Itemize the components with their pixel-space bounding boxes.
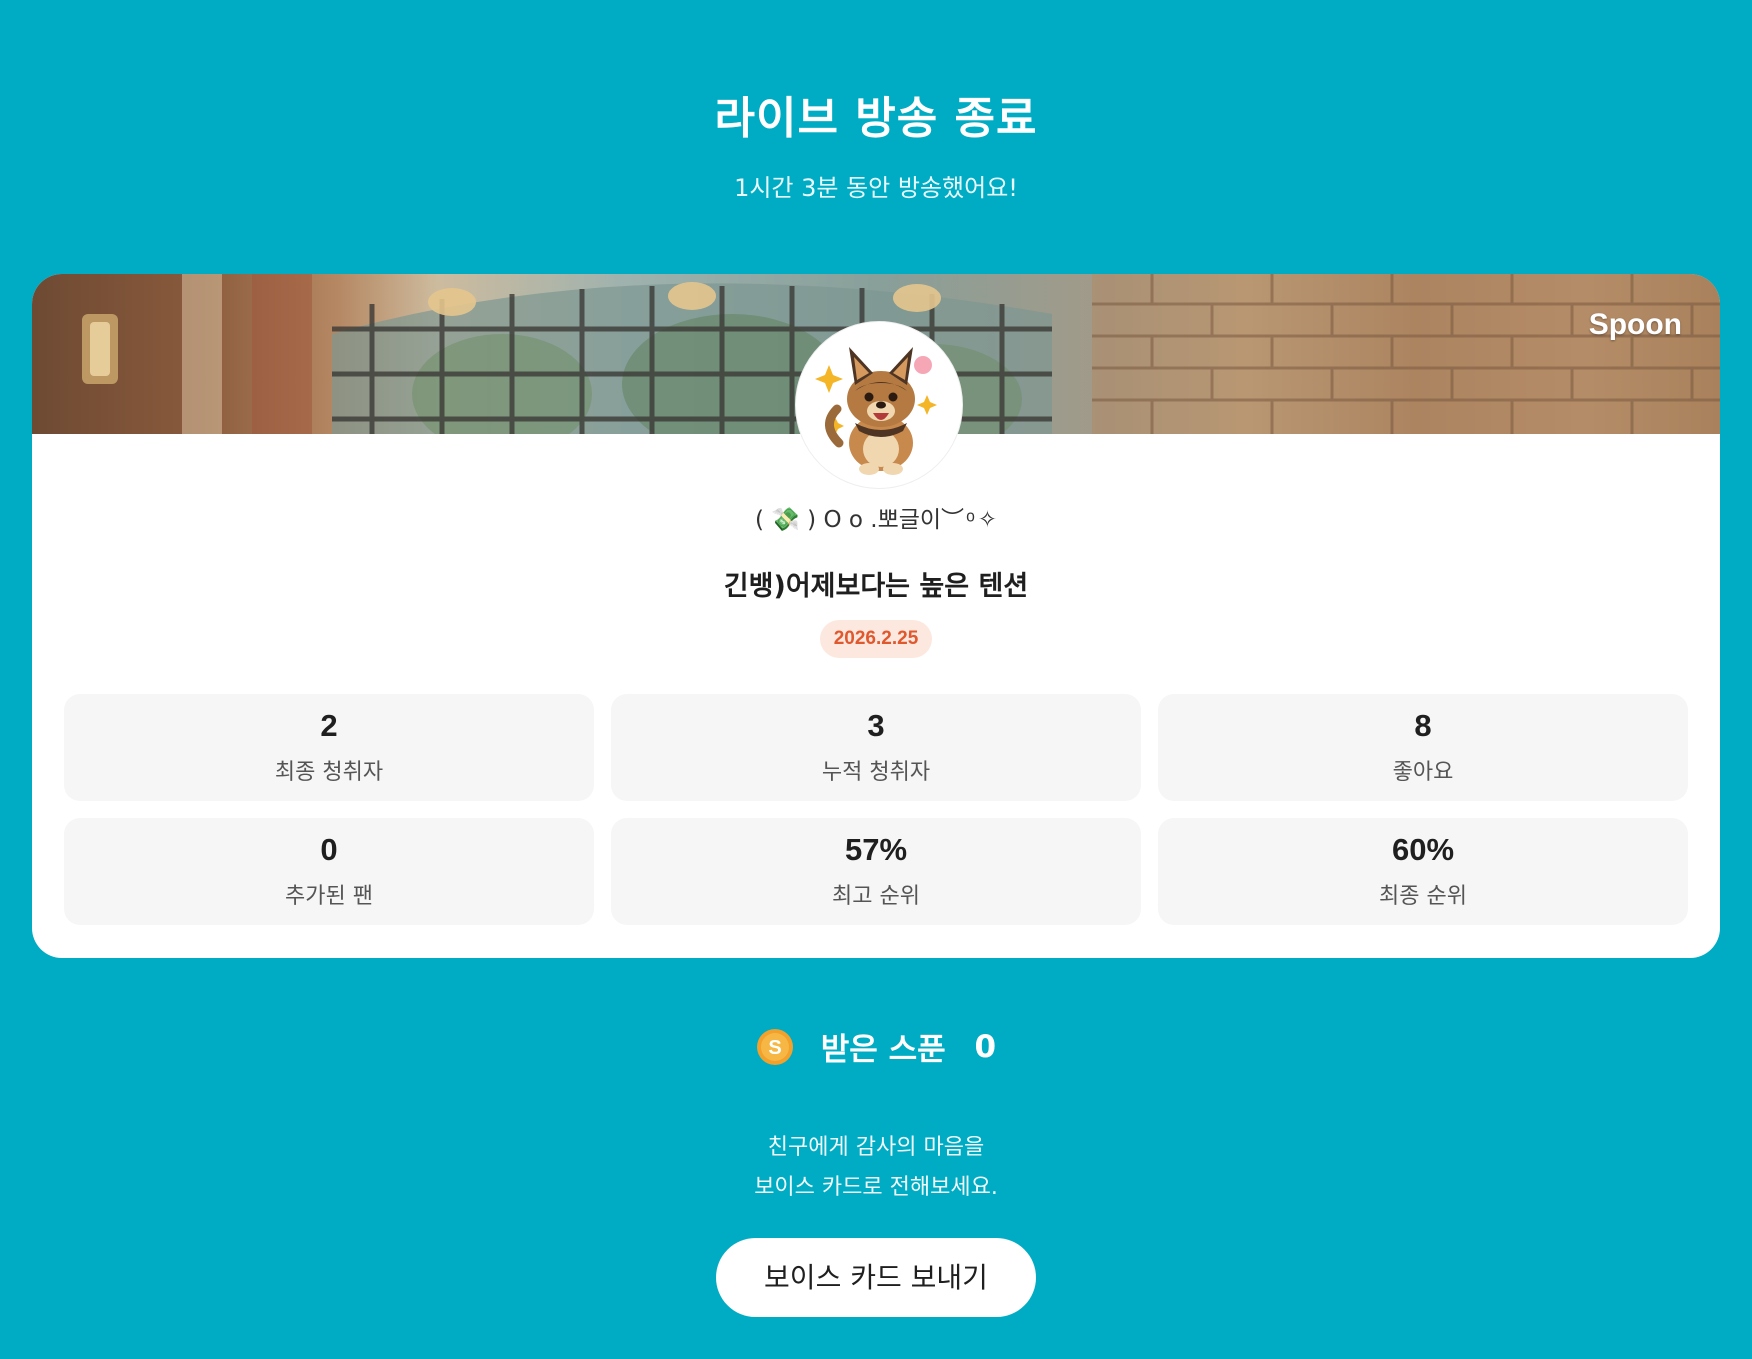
received-spoons-count: 0 (974, 1028, 997, 1065)
stat-label: 최고 순위 (832, 884, 920, 909)
stat-final-rank: 60% 최종 순위 (1158, 818, 1688, 925)
stat-value: 3 (867, 708, 885, 743)
received-spoons-label: 받은 스푼 (820, 1032, 946, 1068)
stat-highest-rank: 57% 최고 순위 (611, 818, 1141, 925)
svg-text:S: S (768, 1037, 781, 1059)
stat-value: 60% (1391, 832, 1455, 867)
broadcaster-nickname: ( 💸 ) O o .뽀글이︶ ͦ ✧ (754, 507, 998, 533)
thank-you-message: 친구에게 감사의 마음을 보이스 카드로 전해보세요. (0, 1128, 1752, 1208)
stat-likes: 8 좋아요 (1158, 694, 1688, 801)
broadcast-summary-card: Spoon (💸) O o .뽀글이︶ ͦ ✧ 긴뱅)어제보다는 높은 텐션… (32, 274, 1720, 958)
send-voice-card-button[interactable]: 보이스 카드 보내기 (716, 1238, 1036, 1317)
stats-grid: 2 최종 청취자 3 누적 청취자 8 좋아요 0 추가된 팬 57% 최고 순… (64, 694, 1688, 925)
message-line-2: 보이스 카드로 전해보세요. (754, 1175, 998, 1200)
stat-label: 누적 청취자 (821, 760, 931, 785)
stat-label: 최종 순위 (1379, 884, 1467, 909)
spoon-coin-icon: S (756, 1028, 794, 1066)
stat-label: 추가된 팬 (285, 884, 373, 909)
received-spoons: S 받은 스푼 0 (0, 1024, 1752, 1069)
stat-value: 2 (320, 708, 338, 743)
avatar (796, 322, 962, 488)
date-badge: 2026.2.25 (819, 620, 933, 658)
stat-label: 좋아요 (1392, 760, 1454, 785)
stat-label: 최종 청취자 (274, 760, 384, 785)
page-title: 라이브 방송 종료 (714, 93, 1038, 144)
page-subtitle: 1시간 3분 동안 방송했어요! (734, 174, 1018, 202)
stat-total-listeners: 3 누적 청취자 (611, 694, 1141, 801)
broadcast-title: 긴뱅)어제보다는 높은 텐션 (723, 571, 1029, 602)
stat-new-fans: 0 추가된 팬 (64, 818, 594, 925)
puppy-avatar-icon (799, 325, 959, 485)
stat-final-listeners: 2 최종 청취자 (64, 694, 594, 801)
spoon-logo: Spoon (1588, 308, 1682, 341)
stat-value: 57% (844, 832, 908, 867)
message-line-1: 친구에게 감사의 마음을 (767, 1135, 985, 1160)
stat-value: 0 (320, 832, 338, 867)
stat-value: 8 (1414, 708, 1432, 743)
